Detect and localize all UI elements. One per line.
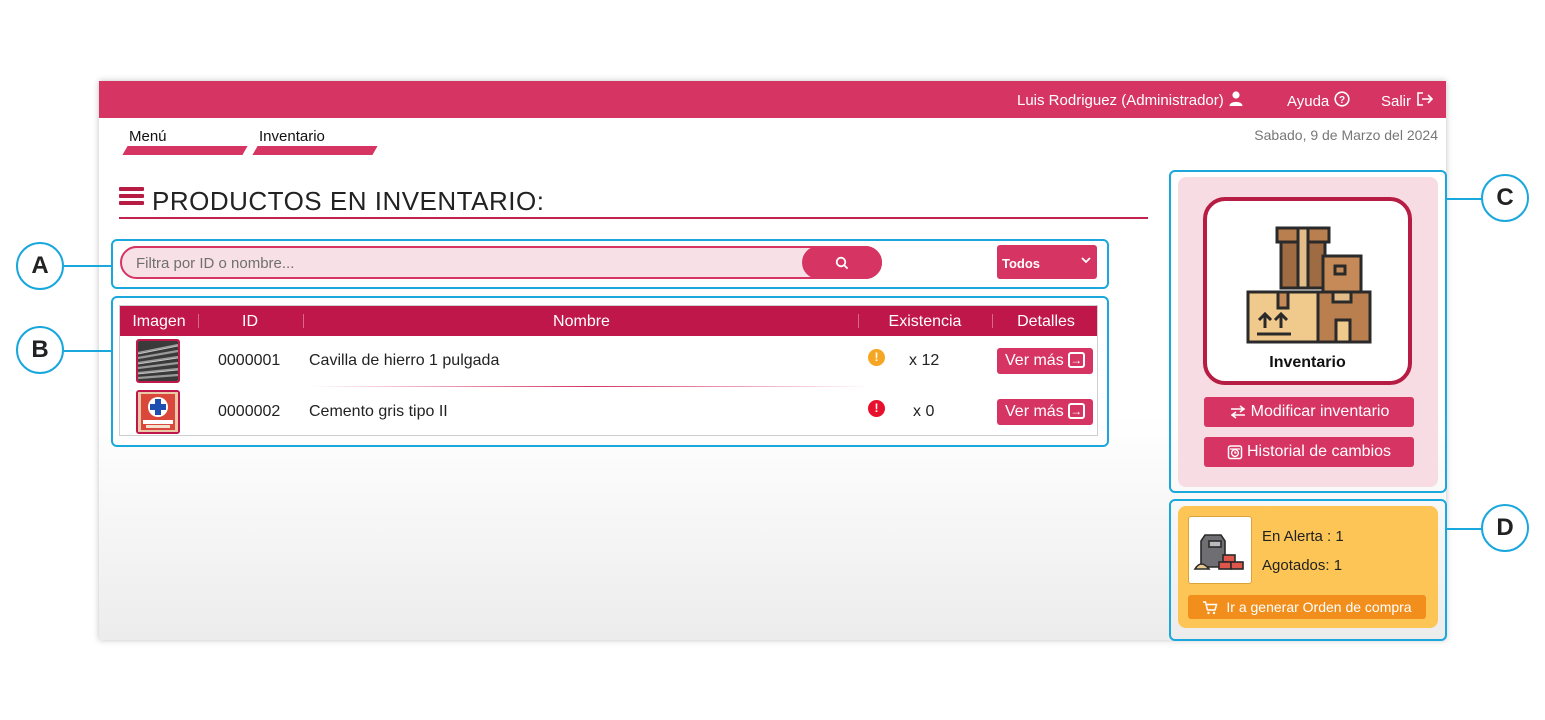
callout-connector-c [1446,198,1482,200]
list-icon [119,187,144,208]
title-divider [119,217,1148,219]
callout-box-b [111,296,1109,447]
callout-box-d [1169,499,1447,641]
breadcrumb-menu-underline [122,146,248,155]
annotation-label-a: A [16,242,64,290]
logout-link[interactable]: Salir [1381,91,1434,111]
callout-connector-a [64,265,112,267]
top-navbar: Luis Rodriguez (Administrador) Ayuda ? S… [99,81,1446,118]
user-icon [1229,91,1243,110]
svg-text:?: ? [1339,95,1345,106]
help-icon: ? [1334,91,1350,111]
callout-connector-d [1446,528,1482,530]
breadcrumb-inventario[interactable]: Inventario [259,128,325,145]
user-menu[interactable]: Luis Rodriguez (Administrador) [1017,91,1243,110]
user-name-label: Luis Rodriguez (Administrador) [1017,92,1224,109]
callout-box-c [1169,170,1447,493]
page-title: PRODUCTOS EN INVENTARIO: [152,186,545,216]
help-label: Ayuda [1287,92,1330,110]
help-link[interactable]: Ayuda ? [1287,91,1350,111]
screenshot-stage: Luis Rodriguez (Administrador) Ayuda ? S… [0,0,1545,720]
annotation-label-b: B [16,326,64,374]
logout-label: Salir [1381,92,1412,110]
logout-icon [1416,91,1434,111]
callout-box-a [111,239,1109,289]
annotation-label-c: C [1481,174,1529,222]
current-date: Sabado, 9 de Marzo del 2024 [1254,127,1438,143]
breadcrumb-menu[interactable]: Menú [129,128,167,145]
callout-connector-b [64,350,112,352]
annotation-label-d: D [1481,504,1529,552]
breadcrumb-inventario-underline [252,146,378,155]
